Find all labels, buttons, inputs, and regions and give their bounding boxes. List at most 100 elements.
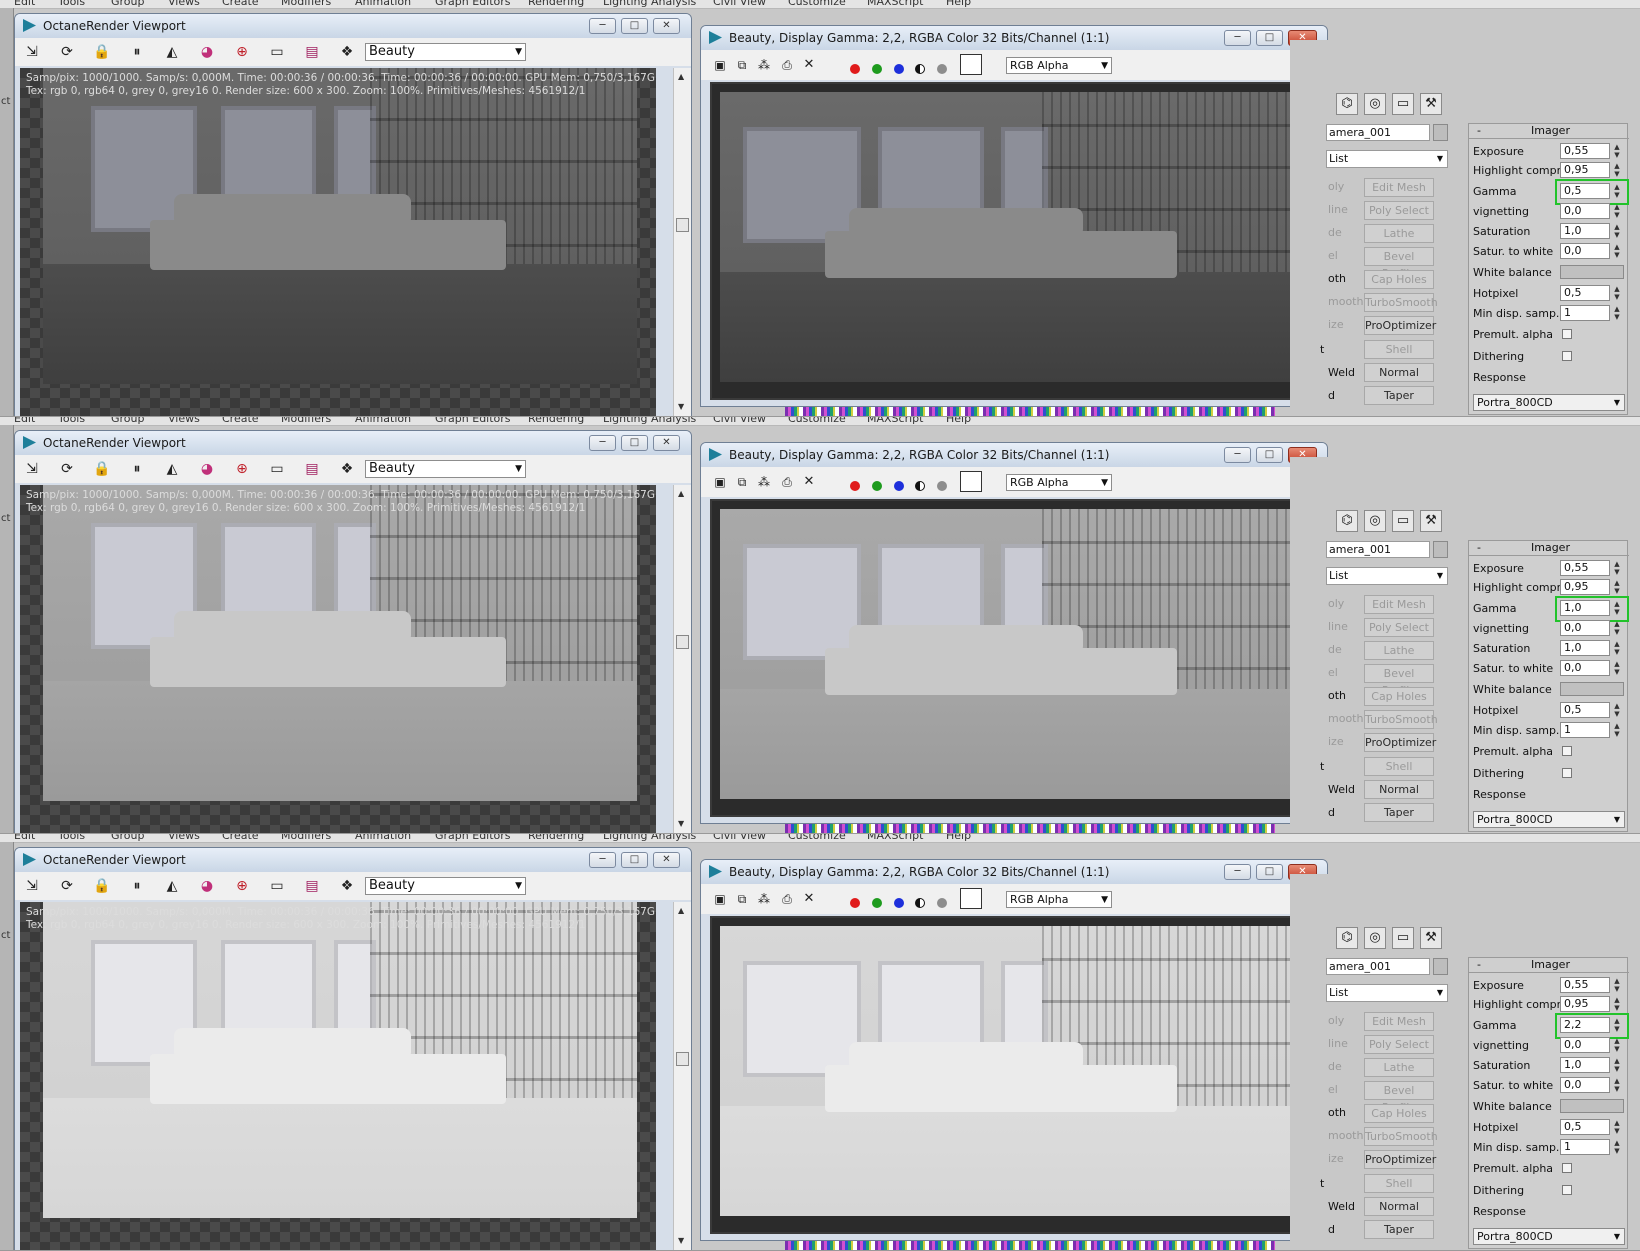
frame-buffer-image-area[interactable] <box>710 916 1320 1234</box>
save-icon[interactable]: ▣ <box>711 890 729 908</box>
display-icon[interactable]: ▭ <box>268 460 286 478</box>
close-button[interactable]: ✕ <box>653 18 680 34</box>
scroll-up-icon[interactable]: ▲ <box>678 489 684 498</box>
highlight-compr-spinner[interactable]: 0,95 <box>1560 579 1610 595</box>
normal-button[interactable]: Normal <box>1364 363 1434 382</box>
menu-customize[interactable]: Customize <box>788 417 846 425</box>
modifier-clipped-label[interactable]: de <box>1328 641 1358 660</box>
min-disp-samp-spinner[interactable]: 1 <box>1560 305 1610 321</box>
save-image-icon[interactable]: ▤ <box>303 877 321 895</box>
menu-rendering[interactable]: Rendering <box>528 0 584 8</box>
menu-rendering[interactable]: Rendering <box>528 417 584 425</box>
menu-graph-editors[interactable]: Graph Editors <box>435 834 511 842</box>
spinner-arrows-icon[interactable]: ▲ ▼ <box>1612 996 1622 1012</box>
vignetting-spinner[interactable]: 0,0 <box>1560 203 1610 219</box>
frame-buffer-title-bar[interactable]: Beauty, Display Gamma: 2,2, RGBA Color 3… <box>701 26 1327 50</box>
menu-modifiers[interactable]: Modifiers <box>281 0 331 8</box>
scroll-down-icon[interactable]: ▼ <box>678 819 684 828</box>
scroll-down-icon[interactable]: ▼ <box>678 1236 684 1245</box>
close-button[interactable]: ✕ <box>653 852 680 868</box>
edit-mesh-button[interactable]: Edit Mesh <box>1364 595 1434 614</box>
channel-select[interactable]: RGB Alpha ▼ <box>1006 57 1112 74</box>
premult-alpha-checkbox[interactable] <box>1562 746 1572 756</box>
min-disp-samp-spinner[interactable]: 1 <box>1560 722 1610 738</box>
spinner-arrows-icon[interactable]: ▲ ▼ <box>1612 702 1622 718</box>
shell-button[interactable]: Shell <box>1364 340 1434 359</box>
focus-picker-icon[interactable]: ⊕ <box>233 43 251 61</box>
save-image-icon[interactable]: ▤ <box>303 460 321 478</box>
minimize-button[interactable]: ─ <box>589 435 616 451</box>
hotpixel-spinner[interactable]: 0,5 <box>1560 1119 1610 1135</box>
taper-button[interactable]: Taper <box>1364 1220 1434 1239</box>
spinner-arrows-icon[interactable]: ▲ ▼ <box>1612 1057 1622 1073</box>
channel-select[interactable]: RGB Alpha ▼ <box>1006 891 1112 908</box>
spinner-arrows-icon[interactable]: ▲ ▼ <box>1612 600 1622 616</box>
send-scene-icon[interactable]: ⇲ <box>23 43 41 61</box>
spinner-arrows-icon[interactable]: ▲ ▼ <box>1612 223 1622 239</box>
save-icon[interactable]: ▣ <box>711 473 729 491</box>
octane-render-viewport[interactable]: Samp/pix: 1000/1000. Samp/s: 0,000M. Tim… <box>20 902 656 1250</box>
lock-icon[interactable]: 🔒 <box>93 877 111 895</box>
turbosmooth-button[interactable]: TurboSmooth <box>1364 710 1438 729</box>
green-channel-icon[interactable] <box>872 481 882 491</box>
octane-title-bar[interactable]: OctaneRender Viewport ─ □ ✕ <box>15 431 691 455</box>
menu-animation[interactable]: Animation <box>355 834 411 842</box>
maximize-button[interactable]: □ <box>621 18 648 34</box>
modifier-clipped-label[interactable]: Weld <box>1328 364 1358 383</box>
modifier-clipped-label[interactable]: de <box>1328 224 1358 243</box>
render-settings-icon[interactable]: ❖ <box>338 43 356 61</box>
render-settings-icon[interactable]: ❖ <box>338 877 356 895</box>
response-select[interactable]: Portra_800CD ▼ <box>1473 394 1625 411</box>
response-select[interactable]: Portra_800CD ▼ <box>1473 811 1625 828</box>
exposure-spinner[interactable]: 0,55 <box>1560 560 1610 576</box>
spinner-arrows-icon[interactable]: ▲ ▼ <box>1612 143 1622 159</box>
motion-tab-icon[interactable]: ◎ <box>1364 510 1386 532</box>
motion-tab-icon[interactable]: ◎ <box>1364 927 1386 949</box>
save-image-icon[interactable]: ▤ <box>303 43 321 61</box>
modifier-clipped-label[interactable]: oth <box>1328 1104 1358 1123</box>
shell-button[interactable]: Shell <box>1364 1174 1434 1193</box>
blue-channel-icon[interactable] <box>894 898 904 908</box>
satur-to-white-spinner[interactable]: 0,0 <box>1560 1077 1610 1093</box>
premult-alpha-checkbox[interactable] <box>1562 329 1572 339</box>
gamma-spinner[interactable]: 2,2 <box>1560 1017 1610 1033</box>
cap-holes-button[interactable]: Cap Holes <box>1364 270 1434 289</box>
saturation-spinner[interactable]: 1,0 <box>1560 1057 1610 1073</box>
modifier-clipped-label[interactable]: oly <box>1328 595 1358 614</box>
spinner-arrows-icon[interactable]: ▲ ▼ <box>1612 560 1622 576</box>
exposure-spinner[interactable]: 0,55 <box>1560 977 1610 993</box>
satur-to-white-spinner[interactable]: 0,0 <box>1560 660 1610 676</box>
vignetting-spinner[interactable]: 0,0 <box>1560 620 1610 636</box>
menu-modifiers[interactable]: Modifiers <box>281 834 331 842</box>
copy-icon[interactable]: ⧉ <box>733 473 751 491</box>
swatch-icon[interactable] <box>960 888 982 909</box>
octane-render-viewport[interactable]: Samp/pix: 1000/1000. Samp/s: 0,000M. Tim… <box>20 485 656 833</box>
menu-animation[interactable]: Animation <box>355 417 411 425</box>
menu-group[interactable]: Group <box>111 0 145 8</box>
clear-icon[interactable]: ✕ <box>800 473 818 491</box>
menu-civil-view[interactable]: Civil View <box>713 834 766 842</box>
display-tab-icon[interactable]: ▭ <box>1392 93 1414 115</box>
scroll-thumb[interactable] <box>676 218 689 232</box>
refresh-icon[interactable]: ⟳ <box>58 877 76 895</box>
clone-icon[interactable]: ⁂ <box>755 473 773 491</box>
collapse-icon[interactable]: - <box>1477 124 1481 137</box>
white-balance-swatch[interactable] <box>1560 1099 1624 1113</box>
pause-icon[interactable]: ⏸ <box>128 877 146 895</box>
copy-icon[interactable]: ⧉ <box>733 890 751 908</box>
octane-title-bar[interactable]: OctaneRender Viewport ─ □ ✕ <box>15 14 691 38</box>
menu-views[interactable]: Views <box>168 0 200 8</box>
display-tab-icon[interactable]: ▭ <box>1392 927 1414 949</box>
dithering-checkbox[interactable] <box>1562 1185 1572 1195</box>
scroll-down-icon[interactable]: ▼ <box>678 402 684 411</box>
object-color-swatch[interactable] <box>1433 124 1448 141</box>
modifier-clipped-label[interactable]: el <box>1328 247 1358 266</box>
turbosmooth-button[interactable]: TurboSmooth <box>1364 293 1438 312</box>
viewport-scrollbar[interactable]: ▲ ▼ <box>673 68 691 416</box>
collapse-icon[interactable]: - <box>1477 541 1481 554</box>
modifier-clipped-label[interactable]: el <box>1328 1081 1358 1100</box>
mono-icon[interactable] <box>915 481 925 491</box>
modifier-clipped-label[interactable]: t Elemen <box>1320 341 1360 360</box>
modifier-clipped-label[interactable]: mooth <box>1328 710 1363 729</box>
premult-alpha-checkbox[interactable] <box>1562 1163 1572 1173</box>
